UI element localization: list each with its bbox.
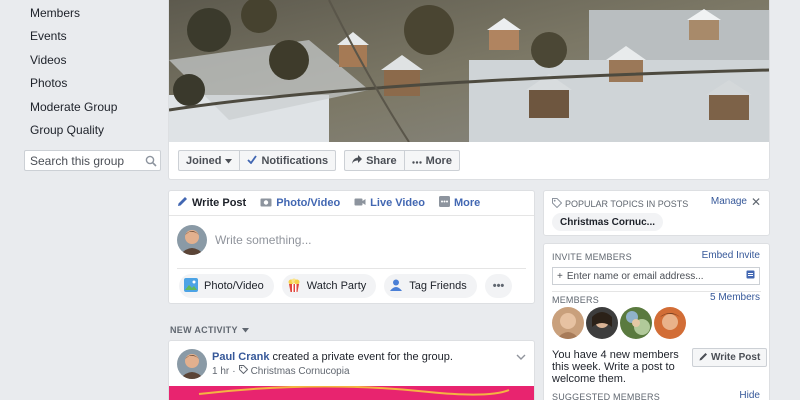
search-icon[interactable]: [142, 152, 160, 170]
post-event-link[interactable]: Christmas Cornucopia: [251, 366, 350, 377]
more-label: More: [425, 154, 452, 167]
pencil-icon: [699, 352, 708, 364]
close-icon[interactable]: ✕: [751, 195, 761, 209]
new-activity-sort[interactable]: NEW ACTIVITY: [170, 325, 249, 335]
new-members-text: You have 4 new members this week. Write …: [552, 349, 679, 385]
members-label: MEMBERS: [552, 295, 599, 305]
tab-write-post[interactable]: Write Post: [177, 196, 246, 210]
meta-separator: ·: [232, 365, 236, 377]
group-header-card: Joined Notifications Share More: [168, 0, 770, 180]
composer-input-row[interactable]: Write something...: [177, 225, 311, 255]
post-author-link[interactable]: Paul Crank: [212, 351, 269, 363]
popular-topics-header: POPULAR TOPICS IN POSTS: [552, 198, 688, 210]
membership-button-group: Joined Notifications: [178, 150, 337, 171]
tab-photo-video-label: Photo/Video: [276, 197, 341, 209]
tag-friends-pill[interactable]: Tag Friends: [384, 274, 477, 298]
plus-icon: +: [557, 270, 563, 282]
popular-topics-title: POPULAR TOPICS IN POSTS: [565, 199, 689, 209]
feed-post: Paul Crank created a private event for t…: [168, 340, 535, 400]
checkmark-icon: [247, 154, 258, 167]
chevron-down-icon: [241, 325, 249, 335]
avatar: [177, 225, 207, 255]
photo-video-pill-label: Photo/Video: [204, 280, 264, 292]
watch-party-pill-label: Watch Party: [306, 280, 367, 292]
composer-placeholder: Write something...: [215, 233, 312, 247]
more-button[interactable]: More: [403, 150, 460, 171]
joined-label: Joined: [186, 154, 222, 167]
photo-icon: [184, 277, 198, 295]
group-search-placeholder: Search this group: [30, 153, 125, 168]
sidebar-item-group-quality[interactable]: Group Quality: [30, 123, 104, 137]
sidebar-item-members[interactable]: Members: [30, 6, 80, 20]
tab-photo-video[interactable]: Photo/Video: [260, 197, 340, 210]
live-video-icon: [354, 197, 366, 210]
tag-icon: [552, 198, 563, 210]
invite-members-label: INVITE MEMBERS: [552, 252, 632, 262]
popular-topics-card: POPULAR TOPICS IN POSTS Manage ✕ Christm…: [543, 190, 770, 236]
watch-party-pill[interactable]: Watch Party: [281, 274, 377, 298]
tab-write-post-label: Write Post: [192, 197, 247, 209]
tag-friends-icon: [389, 278, 403, 295]
group-actions-bar: Joined Notifications Share More: [178, 150, 460, 171]
member-avatar[interactable]: [586, 307, 618, 339]
share-more-button-group: Share More: [344, 150, 460, 171]
member-avatars: [552, 307, 686, 339]
tab-live-video-label: Live Video: [370, 197, 425, 209]
member-avatar[interactable]: [620, 307, 652, 339]
post-time[interactable]: 1 hr: [212, 366, 229, 377]
share-label: Share: [366, 154, 397, 167]
new-activity-label: NEW ACTIVITY: [170, 325, 238, 335]
camera-icon: [260, 197, 272, 210]
post-headline: Paul Crank created a private event for t…: [212, 351, 453, 363]
write-post-label: Write Post: [711, 352, 761, 363]
invite-member-input[interactable]: + Enter name or email address...: [552, 267, 760, 285]
chevron-down-icon: [225, 155, 233, 167]
members-card: INVITE MEMBERS Embed Invite + Enter name…: [543, 243, 770, 400]
members-count-link[interactable]: 5 Members: [710, 292, 760, 303]
sidebar-item-moderate-group[interactable]: Moderate Group: [30, 100, 117, 114]
post-composer: Write Post Photo/Video Live Video More W…: [168, 190, 535, 304]
address-book-icon[interactable]: [746, 270, 755, 282]
member-avatar[interactable]: [552, 307, 584, 339]
notifications-button[interactable]: Notifications: [239, 150, 337, 171]
write-post-button[interactable]: Write Post: [692, 348, 768, 367]
pencil-icon: [177, 196, 188, 210]
grid-icon: [439, 196, 450, 210]
invite-placeholder: Enter name or email address...: [566, 270, 704, 282]
composer-actions: Photo/Video Watch Party Tag Friends •••: [179, 274, 513, 298]
suggested-members-label: SUGGESTED MEMBERS: [552, 392, 660, 400]
post-meta: 1 hr · Christmas Cornucopia: [212, 365, 350, 377]
member-avatar[interactable]: [654, 307, 686, 339]
sidebar-item-videos[interactable]: Videos: [30, 53, 66, 67]
composer-more-button[interactable]: •••: [484, 274, 513, 298]
tab-more[interactable]: More: [439, 196, 480, 210]
share-arrow-icon: [352, 154, 363, 167]
post-action-text: created a private event for the group.: [269, 351, 453, 363]
share-button[interactable]: Share: [344, 150, 404, 171]
tab-live-video[interactable]: Live Video: [354, 197, 425, 210]
group-search-input[interactable]: Search this group: [24, 150, 161, 171]
notifications-label: Notifications: [261, 154, 329, 167]
manage-topics-link[interactable]: Manage: [711, 196, 747, 207]
tag-icon: [238, 365, 248, 377]
hide-suggested-link[interactable]: Hide: [739, 390, 760, 400]
composer-divider: [177, 268, 526, 269]
more-dots-icon: [411, 155, 422, 167]
post-options-chevron-icon[interactable]: [516, 349, 526, 363]
tab-more-label: More: [454, 197, 481, 209]
embed-invite-link[interactable]: Embed Invite: [702, 250, 760, 261]
post-author-avatar[interactable]: [177, 349, 207, 379]
composer-tabs: Write Post Photo/Video Live Video More: [169, 191, 534, 216]
popcorn-icon: [287, 278, 301, 295]
tag-friends-pill-label: Tag Friends: [409, 280, 467, 292]
joined-button[interactable]: Joined: [178, 150, 240, 171]
group-cover-photo: [169, 0, 769, 142]
sidebar-item-events[interactable]: Events: [30, 29, 67, 43]
photo-video-pill[interactable]: Photo/Video: [179, 274, 274, 298]
event-cover-image[interactable]: [169, 385, 534, 400]
topic-chip[interactable]: Christmas Cornuc...: [552, 213, 664, 231]
sidebar-item-photos[interactable]: Photos: [30, 76, 67, 90]
